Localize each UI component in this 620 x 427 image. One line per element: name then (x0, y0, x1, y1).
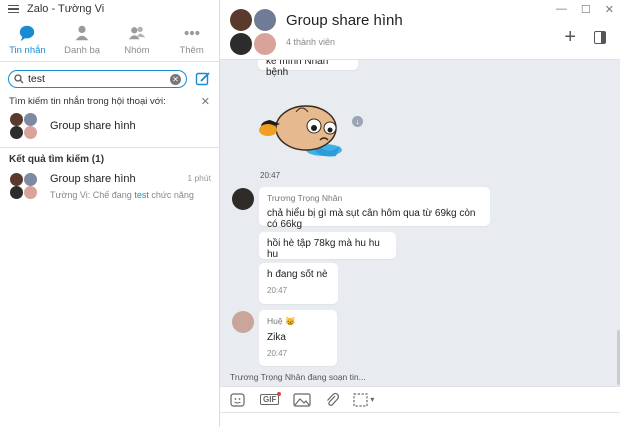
hint-text: Tìm kiếm tin nhắn trong hội thoại với: (9, 95, 166, 107)
contact-icon (75, 25, 89, 40)
info-panel-icon[interactable] (594, 30, 606, 44)
close-hint-icon[interactable]: ✕ (201, 95, 210, 108)
sticker-icon[interactable] (230, 392, 246, 407)
sticker-time: 20:47 (260, 171, 281, 180)
result-name: Group share hình (50, 173, 136, 185)
avatar[interactable] (232, 311, 254, 333)
tab-label: Tin nhắn (9, 44, 46, 56)
sender-name: Huệ 😸 (267, 316, 296, 326)
search-result-item[interactable]: Group share hình 1 phút Tường Vi: Chế đa… (0, 169, 219, 203)
message-bubble: hồi hè tập 78kg mà hu hu hu (259, 232, 396, 260)
tab-label: Nhóm (124, 44, 150, 56)
message-bubble: Trương Trọng Nhân chả hiểu bị gì mà sụt … (259, 187, 490, 230)
avatar (254, 32, 276, 55)
message-text: Zika (267, 332, 286, 343)
message-bubble: h đang sốt nè 20:47 (259, 263, 338, 304)
message-list[interactable]: kể mình Nhân bệnh ↓ 20:47 Trương Trọng N… (220, 60, 620, 386)
message-text: kể mình Nhân bệnh (266, 60, 329, 78)
menu-icon[interactable] (8, 4, 19, 14)
message-text: h đang sốt nè (267, 269, 328, 280)
tab-label: Thêm (179, 44, 204, 56)
tab-messages[interactable]: Tin nhắn (0, 18, 55, 61)
title-bar: Zalo - Tường Vi (0, 0, 219, 18)
suggested-conversation[interactable]: Group share hình (0, 109, 219, 143)
window-controls: — ☐ ✕ (556, 3, 614, 16)
tab-label: Danh bạ (64, 44, 101, 56)
conversation-name: Group share hình (50, 120, 136, 132)
search-input[interactable] (28, 73, 166, 85)
clear-search-icon[interactable]: ✕ (170, 73, 181, 85)
group-avatar[interactable] (228, 5, 278, 55)
avatar (24, 126, 37, 139)
message-time: 20:47 (267, 349, 288, 358)
avatar[interactable] (232, 188, 254, 210)
message-text: chả hiểu bị gì mà sụt cân hôm qua từ 69k… (267, 208, 476, 230)
avatar (10, 173, 23, 186)
tab-contacts[interactable]: Danh bạ (55, 18, 110, 61)
compose-icon[interactable] (195, 71, 211, 87)
message-text: hồi hè tập 78kg mà hu hu hu (267, 238, 380, 260)
chat-header: Group share hình 4 thành viên — ☐ ✕ + (220, 0, 620, 60)
avatar (24, 186, 37, 199)
typing-indicator: Trương Trọng Nhân đang soạn tin... (230, 372, 366, 382)
avatar (10, 186, 23, 199)
message-input[interactable] (220, 412, 620, 427)
chat-icon (20, 25, 35, 41)
group-avatar (8, 172, 40, 200)
crying-sticker (259, 105, 342, 157)
group-avatar (8, 112, 40, 140)
snippet-prefix: Tường Vi: Chế đang (50, 190, 135, 200)
chat-title: Group share hình (286, 12, 403, 29)
composer-toolbar: GIF ▾ (220, 386, 620, 412)
search-hint: Tìm kiếm tin nhắn trong hội thoại với: ✕ (0, 93, 219, 109)
add-member-icon[interactable]: + (564, 27, 576, 47)
message-bubble: Huệ 😸 Zika 20:47 (259, 310, 337, 366)
snippet-suffix: chức năng (148, 190, 194, 200)
screenshot-icon[interactable]: ▾ (353, 392, 374, 407)
avatar (254, 8, 276, 31)
avatar (230, 32, 252, 55)
download-icon[interactable]: ↓ (352, 116, 363, 127)
group-icon (128, 26, 145, 39)
sender-name: Trương Trọng Nhân (267, 193, 343, 203)
nav-tabs: Tin nhắn Danh bạ Nhóm Thêm (0, 18, 219, 62)
chat-panel: Group share hình 4 thành viên — ☐ ✕ + kể… (220, 0, 620, 427)
conversation-panel: Zalo - Tường Vi Tin nhắn Danh bạ Nhóm Th… (0, 0, 220, 427)
results-title: Kết quả tìm kiếm (1) (9, 154, 105, 165)
gif-icon[interactable]: GIF (260, 392, 282, 405)
search-icon (14, 74, 24, 84)
maximize-icon[interactable]: ☐ (581, 3, 591, 16)
close-icon[interactable]: ✕ (605, 3, 614, 16)
avatar (10, 113, 23, 126)
avatar (24, 113, 37, 126)
minimize-icon[interactable]: — (556, 3, 567, 16)
attachment-icon[interactable] (325, 392, 340, 408)
result-time: 1 phút (187, 173, 211, 183)
image-icon[interactable] (293, 392, 311, 407)
tab-more[interactable]: Thêm (164, 18, 219, 61)
avatar (230, 8, 252, 31)
more-icon (184, 30, 200, 35)
result-snippet: Tường Vi: Chế đang test chức năng (50, 190, 211, 200)
search-box[interactable]: ✕ (8, 70, 187, 88)
tab-groups[interactable]: Nhóm (110, 18, 165, 61)
member-count: 4 thành viên (286, 37, 336, 47)
app-title: Zalo - Tường Vi (27, 3, 105, 15)
message-bubble: kể mình Nhân bệnh (258, 60, 358, 78)
avatar (24, 173, 37, 186)
search-row: ✕ (0, 66, 219, 92)
avatar (10, 126, 23, 139)
snippet-highlight: test (134, 190, 149, 200)
header-actions: + (564, 27, 606, 47)
message-time: 20:47 (267, 286, 288, 295)
